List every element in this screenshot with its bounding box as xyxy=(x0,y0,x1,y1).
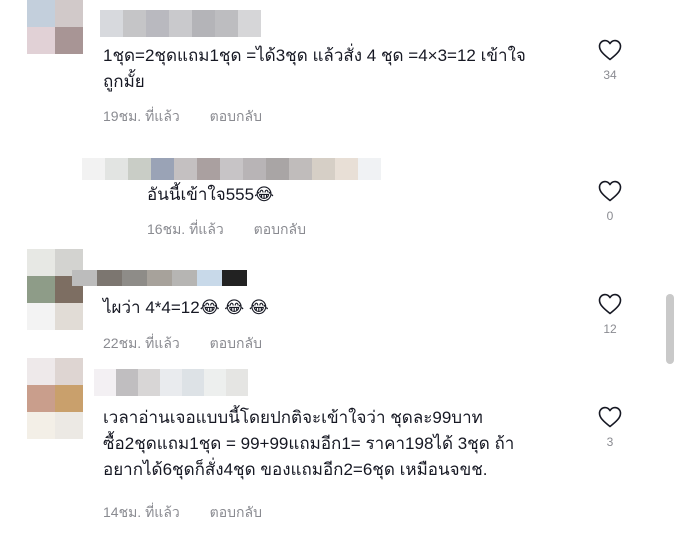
mosaic-cell xyxy=(55,0,83,27)
mosaic-cell xyxy=(55,412,83,439)
mosaic-cell xyxy=(55,385,83,412)
mosaic-cell xyxy=(122,270,147,286)
mosaic-cell xyxy=(55,358,83,385)
mosaic-cell xyxy=(27,412,55,439)
mosaic-cell xyxy=(97,270,122,286)
like-count: 0 xyxy=(606,209,614,223)
avatar[interactable] xyxy=(27,0,83,54)
comment-meta: 16ชม. ที่แล้ว ตอบกลับ xyxy=(147,219,306,241)
mosaic-cell xyxy=(94,369,116,396)
avatar[interactable] xyxy=(27,249,83,330)
mosaic-cell xyxy=(123,10,146,37)
mosaic-cell xyxy=(289,158,312,180)
mosaic-cell xyxy=(72,270,97,286)
like-button[interactable]: 0 xyxy=(596,180,624,223)
username-pixelated[interactable] xyxy=(100,10,261,37)
scrollbar-thumb[interactable] xyxy=(666,294,674,364)
mosaic-cell xyxy=(215,10,238,37)
timestamp: 14ชม. ที่แล้ว xyxy=(103,504,180,520)
mosaic-cell xyxy=(266,158,289,180)
comment-meta: 22ชม. ที่แล้ว ตอบกลับ xyxy=(103,333,262,355)
mosaic-cell xyxy=(192,10,215,37)
reply-button[interactable]: ตอบกลับ xyxy=(210,108,262,124)
heart-outline-icon xyxy=(598,406,622,428)
mosaic-cell xyxy=(358,158,381,180)
mosaic-cell xyxy=(169,10,192,37)
mosaic-cell xyxy=(172,270,197,286)
like-button[interactable]: 34 xyxy=(596,39,624,82)
mosaic-cell xyxy=(147,270,172,286)
reply-button[interactable]: ตอบกลับ xyxy=(210,504,262,520)
reply-button[interactable]: ตอบกลับ xyxy=(210,335,262,351)
mosaic-cell xyxy=(116,369,138,396)
timestamp: 22ชม. ที่แล้ว xyxy=(103,335,180,351)
username-pixelated[interactable] xyxy=(72,270,247,286)
username-pixelated[interactable] xyxy=(82,158,381,180)
mosaic-cell xyxy=(27,385,55,412)
mosaic-cell xyxy=(312,158,335,180)
comment-text: อันนี้เข้าใจ555😂 xyxy=(147,185,274,204)
mosaic-cell xyxy=(222,270,247,286)
mosaic-cell xyxy=(160,369,182,396)
mosaic-cell xyxy=(138,369,160,396)
like-button[interactable]: 12 xyxy=(596,293,624,336)
comment-text: 1ชุด=2ชุดแถม1ชุด =ได้3ชุด แล้วสั่ง 4 ชุด… xyxy=(103,46,526,91)
mosaic-cell xyxy=(243,158,266,180)
mosaic-cell xyxy=(27,249,55,276)
comment-text: ไผว่า 4*4=12😂 😂 😂 xyxy=(103,298,269,317)
mosaic-cell xyxy=(27,303,55,330)
timestamp: 19ชม. ที่แล้ว xyxy=(103,108,180,124)
mosaic-cell xyxy=(27,276,55,303)
mosaic-cell xyxy=(27,0,55,27)
timestamp: 16ชม. ที่แล้ว xyxy=(147,221,224,237)
laughing-emoji: 😂 😂 😂 xyxy=(199,298,269,317)
reply-button[interactable]: ตอบกลับ xyxy=(254,221,306,237)
mosaic-cell xyxy=(182,369,204,396)
like-count: 3 xyxy=(606,435,614,449)
username-pixelated[interactable] xyxy=(94,369,248,396)
mosaic-cell xyxy=(146,10,169,37)
heart-outline-icon xyxy=(598,180,622,202)
like-count: 34 xyxy=(603,68,617,82)
mosaic-cell xyxy=(128,158,151,180)
mosaic-cell xyxy=(174,158,197,180)
mosaic-cell xyxy=(151,158,174,180)
mosaic-cell xyxy=(105,158,128,180)
comment-text: เวลาอ่านเจอแบบนี้โดยปกติจะเข้าใจว่า ชุดล… xyxy=(103,408,515,479)
mosaic-cell xyxy=(197,270,222,286)
like-button[interactable]: 3 xyxy=(596,406,624,449)
mosaic-cell xyxy=(27,27,55,54)
avatar[interactable] xyxy=(27,358,83,439)
mosaic-cell xyxy=(100,10,123,37)
mosaic-cell xyxy=(220,158,243,180)
mosaic-cell xyxy=(197,158,220,180)
comment-meta: 14ชม. ที่แล้ว ตอบกลับ xyxy=(103,502,262,524)
laughing-emoji: 😂 xyxy=(254,185,274,204)
heart-outline-icon xyxy=(598,39,622,61)
mosaic-cell xyxy=(335,158,358,180)
mosaic-cell xyxy=(55,303,83,330)
mosaic-cell xyxy=(226,369,248,396)
comment-meta: 19ชม. ที่แล้ว ตอบกลับ xyxy=(103,106,262,128)
like-count: 12 xyxy=(603,322,617,336)
heart-outline-icon xyxy=(598,293,622,315)
mosaic-cell xyxy=(55,27,83,54)
mosaic-cell xyxy=(204,369,226,396)
mosaic-cell xyxy=(238,10,261,37)
mosaic-cell xyxy=(27,358,55,385)
mosaic-cell xyxy=(82,158,105,180)
